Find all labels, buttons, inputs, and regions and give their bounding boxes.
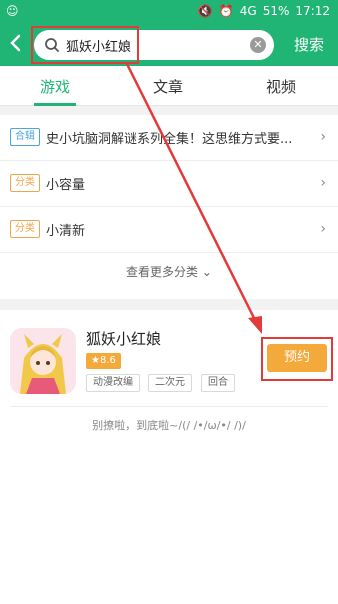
search-highlight-box	[31, 26, 139, 64]
game-icon[interactable]	[10, 328, 76, 394]
category-badge: 分类	[10, 220, 40, 238]
search-button[interactable]: 搜索	[294, 34, 324, 55]
game-tag: 二次元	[148, 374, 192, 392]
chevron-right-icon: ›	[320, 175, 326, 191]
game-title[interactable]: 狐妖小红娘	[86, 328, 161, 349]
list-item-label: 史小坑脑洞解谜系列全集！这思维方式要...	[46, 132, 293, 147]
star-icon: ★	[91, 355, 100, 366]
more-categories-link[interactable]: 查看更多分类 ⌄	[0, 263, 338, 280]
list-item-label: 小清新	[46, 224, 86, 239]
character-illustration	[10, 328, 76, 394]
collection-badge: 合辑	[10, 128, 40, 146]
result-tabs: 游戏 文章 视频	[0, 66, 338, 106]
notification-icon: ☺	[6, 4, 19, 18]
game-tag: 动漫改编	[86, 374, 140, 392]
battery-level: 51%	[262, 4, 290, 18]
list-item[interactable]: 分类 小清新 ›	[0, 207, 338, 253]
clock: 17:12	[295, 4, 330, 18]
end-of-list-text: 别撩啦，到底啦~/(/ /•/ω/•/ /)/	[92, 419, 246, 432]
rating-badge: ★8.6	[86, 353, 121, 369]
more-categories-label: 查看更多分类	[126, 265, 199, 279]
status-icons: 🔇 ⏰ 4G 51% 17:12	[198, 4, 330, 18]
list-item[interactable]: 分类 小容量 ›	[0, 161, 338, 207]
active-tab-indicator	[34, 103, 76, 106]
rating-value: 8.6	[99, 355, 116, 366]
tab-articles[interactable]: 文章	[153, 76, 183, 97]
chevron-down-icon: ⌄	[201, 265, 212, 279]
network-type: 4G	[239, 4, 257, 18]
category-badge: 分类	[10, 174, 40, 192]
list-item-label: 小容量	[46, 178, 86, 193]
list-item[interactable]: 合辑 史小坑脑洞解谜系列全集！这思维方式要... ›	[0, 115, 338, 161]
alarm-icon: ⏰	[218, 4, 234, 18]
clear-icon[interactable]: ✕	[250, 37, 266, 53]
tab-videos[interactable]: 视频	[266, 76, 296, 97]
category-list: 合辑 史小坑脑洞解谜系列全集！这思维方式要... › 分类 小容量 › 分类 小…	[0, 115, 338, 299]
status-bar: ☺ 🔇 ⏰ 4G 51% 17:12	[0, 0, 338, 24]
tab-games[interactable]: 游戏	[40, 76, 70, 97]
divider	[10, 406, 328, 407]
search-results-screen: ☺ 🔇 ⏰ 4G 51% 17:12 狐妖小红娘 ✕ 搜索 游戏 文章 视频 合…	[0, 0, 338, 604]
chevron-left-icon	[10, 34, 21, 52]
reserve-highlight-box	[261, 337, 333, 381]
mute-icon: 🔇	[197, 4, 213, 18]
back-button[interactable]	[8, 32, 28, 58]
chevron-right-icon: ›	[320, 221, 326, 237]
game-tag: 回合	[201, 374, 235, 392]
chevron-right-icon: ›	[320, 129, 326, 145]
